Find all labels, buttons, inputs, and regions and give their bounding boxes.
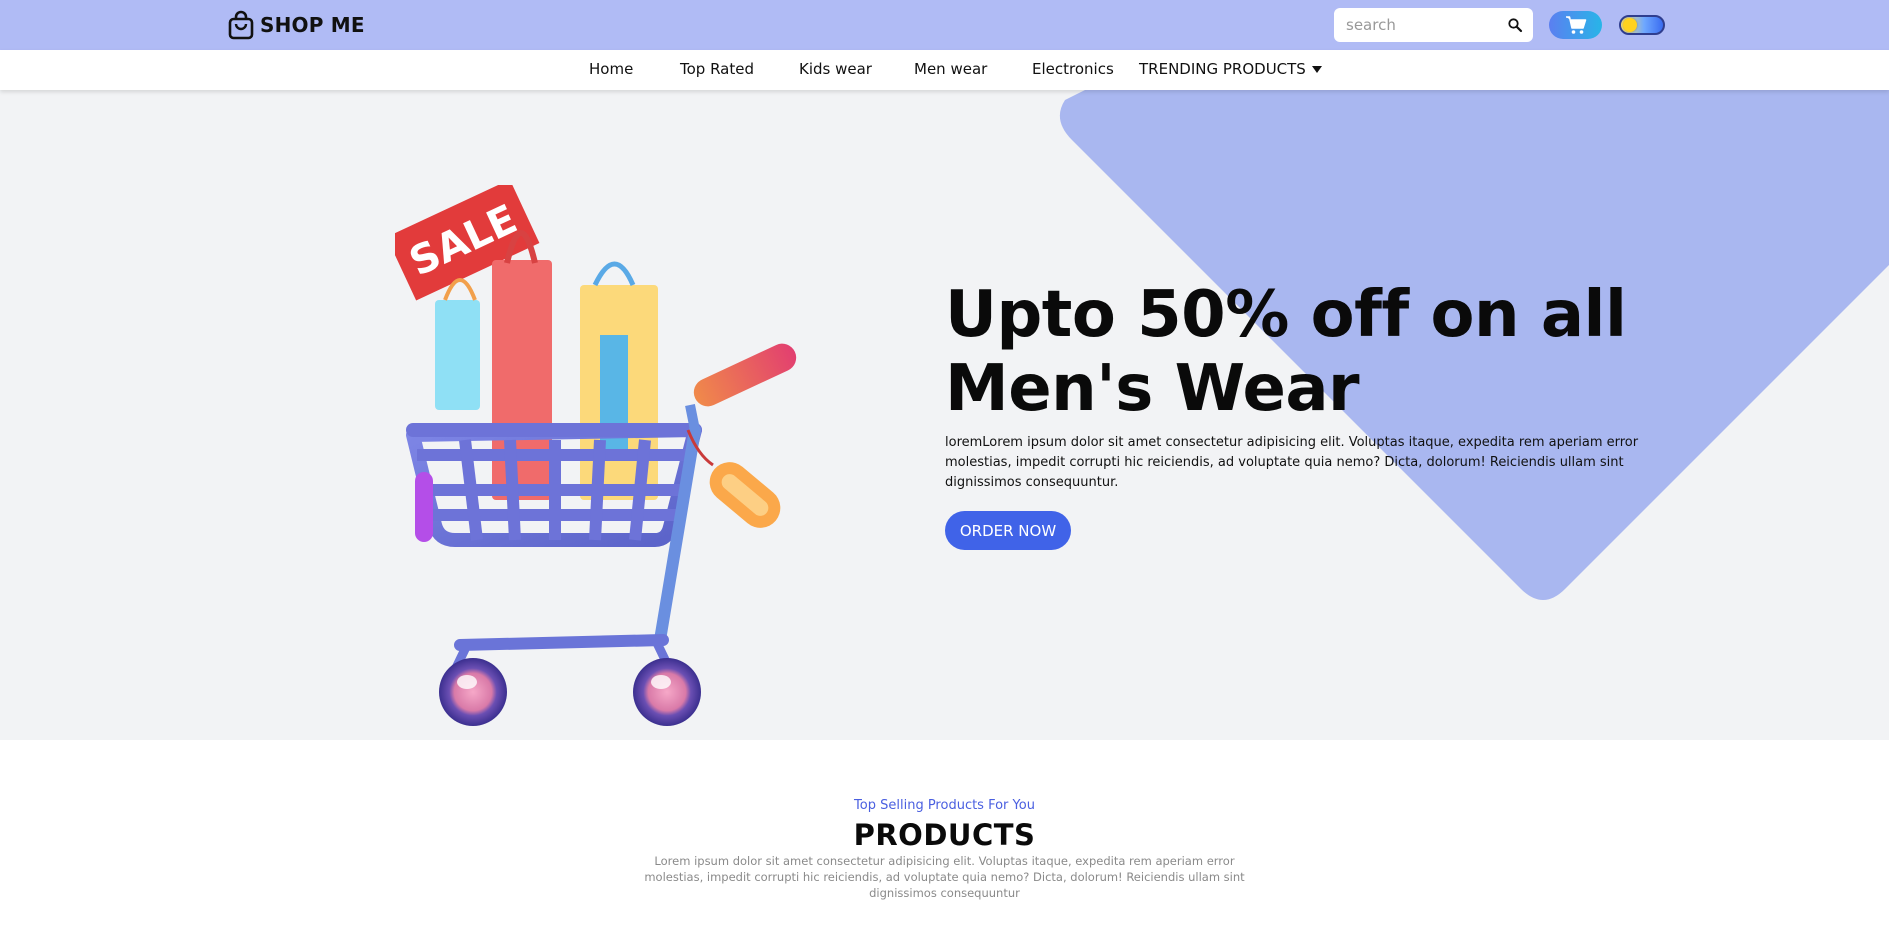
products-section: Top Selling Products For You PRODUCTS Lo… bbox=[0, 740, 1889, 947]
nav-item-kids-wear[interactable]: Kids wear bbox=[799, 60, 872, 78]
hero-title-line-2: Men's Wear bbox=[945, 352, 1360, 426]
products-title: PRODUCTS bbox=[853, 818, 1036, 852]
search-bar bbox=[1334, 8, 1533, 42]
products-description: Lorem ipsum dolor sit amet consectetur a… bbox=[644, 854, 1245, 900]
nav-item-home[interactable]: Home bbox=[589, 60, 633, 78]
top-bar: SHOP ME bbox=[0, 0, 1889, 50]
caret-down-icon bbox=[1311, 65, 1322, 73]
cart-wheel-left bbox=[439, 658, 507, 726]
hero-title: Upto 50% off on all Men's Wear bbox=[945, 278, 1825, 426]
main-nav: Home Top Rated Kids wear Men wear Electr… bbox=[0, 50, 1889, 90]
order-now-button[interactable]: ORDER NOW bbox=[945, 511, 1071, 550]
search-input[interactable] bbox=[1346, 16, 1507, 34]
brand-logo[interactable]: SHOP ME bbox=[226, 10, 365, 40]
brand-name: SHOP ME bbox=[260, 13, 365, 37]
search-icon[interactable] bbox=[1507, 17, 1523, 33]
shopping-cart-illustration: SALE bbox=[395, 185, 797, 726]
cart-icon bbox=[1565, 16, 1586, 34]
shopping-bag-icon bbox=[228, 10, 254, 40]
cart-wheel-right bbox=[633, 658, 701, 726]
cart-button[interactable] bbox=[1549, 11, 1602, 39]
nav-item-men-wear[interactable]: Men wear bbox=[914, 60, 987, 78]
hero-description: loremLorem ipsum dolor sit amet consecte… bbox=[945, 435, 1639, 490]
nav-item-top-rated[interactable]: Top Rated bbox=[680, 60, 754, 78]
nav-dropdown-label: TRENDING PRODUCTS bbox=[1139, 60, 1306, 78]
sun-icon bbox=[1623, 18, 1637, 32]
nav-item-electronics[interactable]: Electronics bbox=[1032, 60, 1114, 78]
hero-title-line-1: Upto 50% off on all bbox=[945, 278, 1627, 352]
products-subtitle: Top Selling Products For You bbox=[854, 798, 1035, 813]
nav-dropdown-trending[interactable]: TRENDING PRODUCTS bbox=[1139, 60, 1322, 78]
hero-section: SALE Upto 50% off on all Men's Wear lore… bbox=[0, 90, 1889, 740]
theme-toggle[interactable] bbox=[1619, 15, 1665, 35]
